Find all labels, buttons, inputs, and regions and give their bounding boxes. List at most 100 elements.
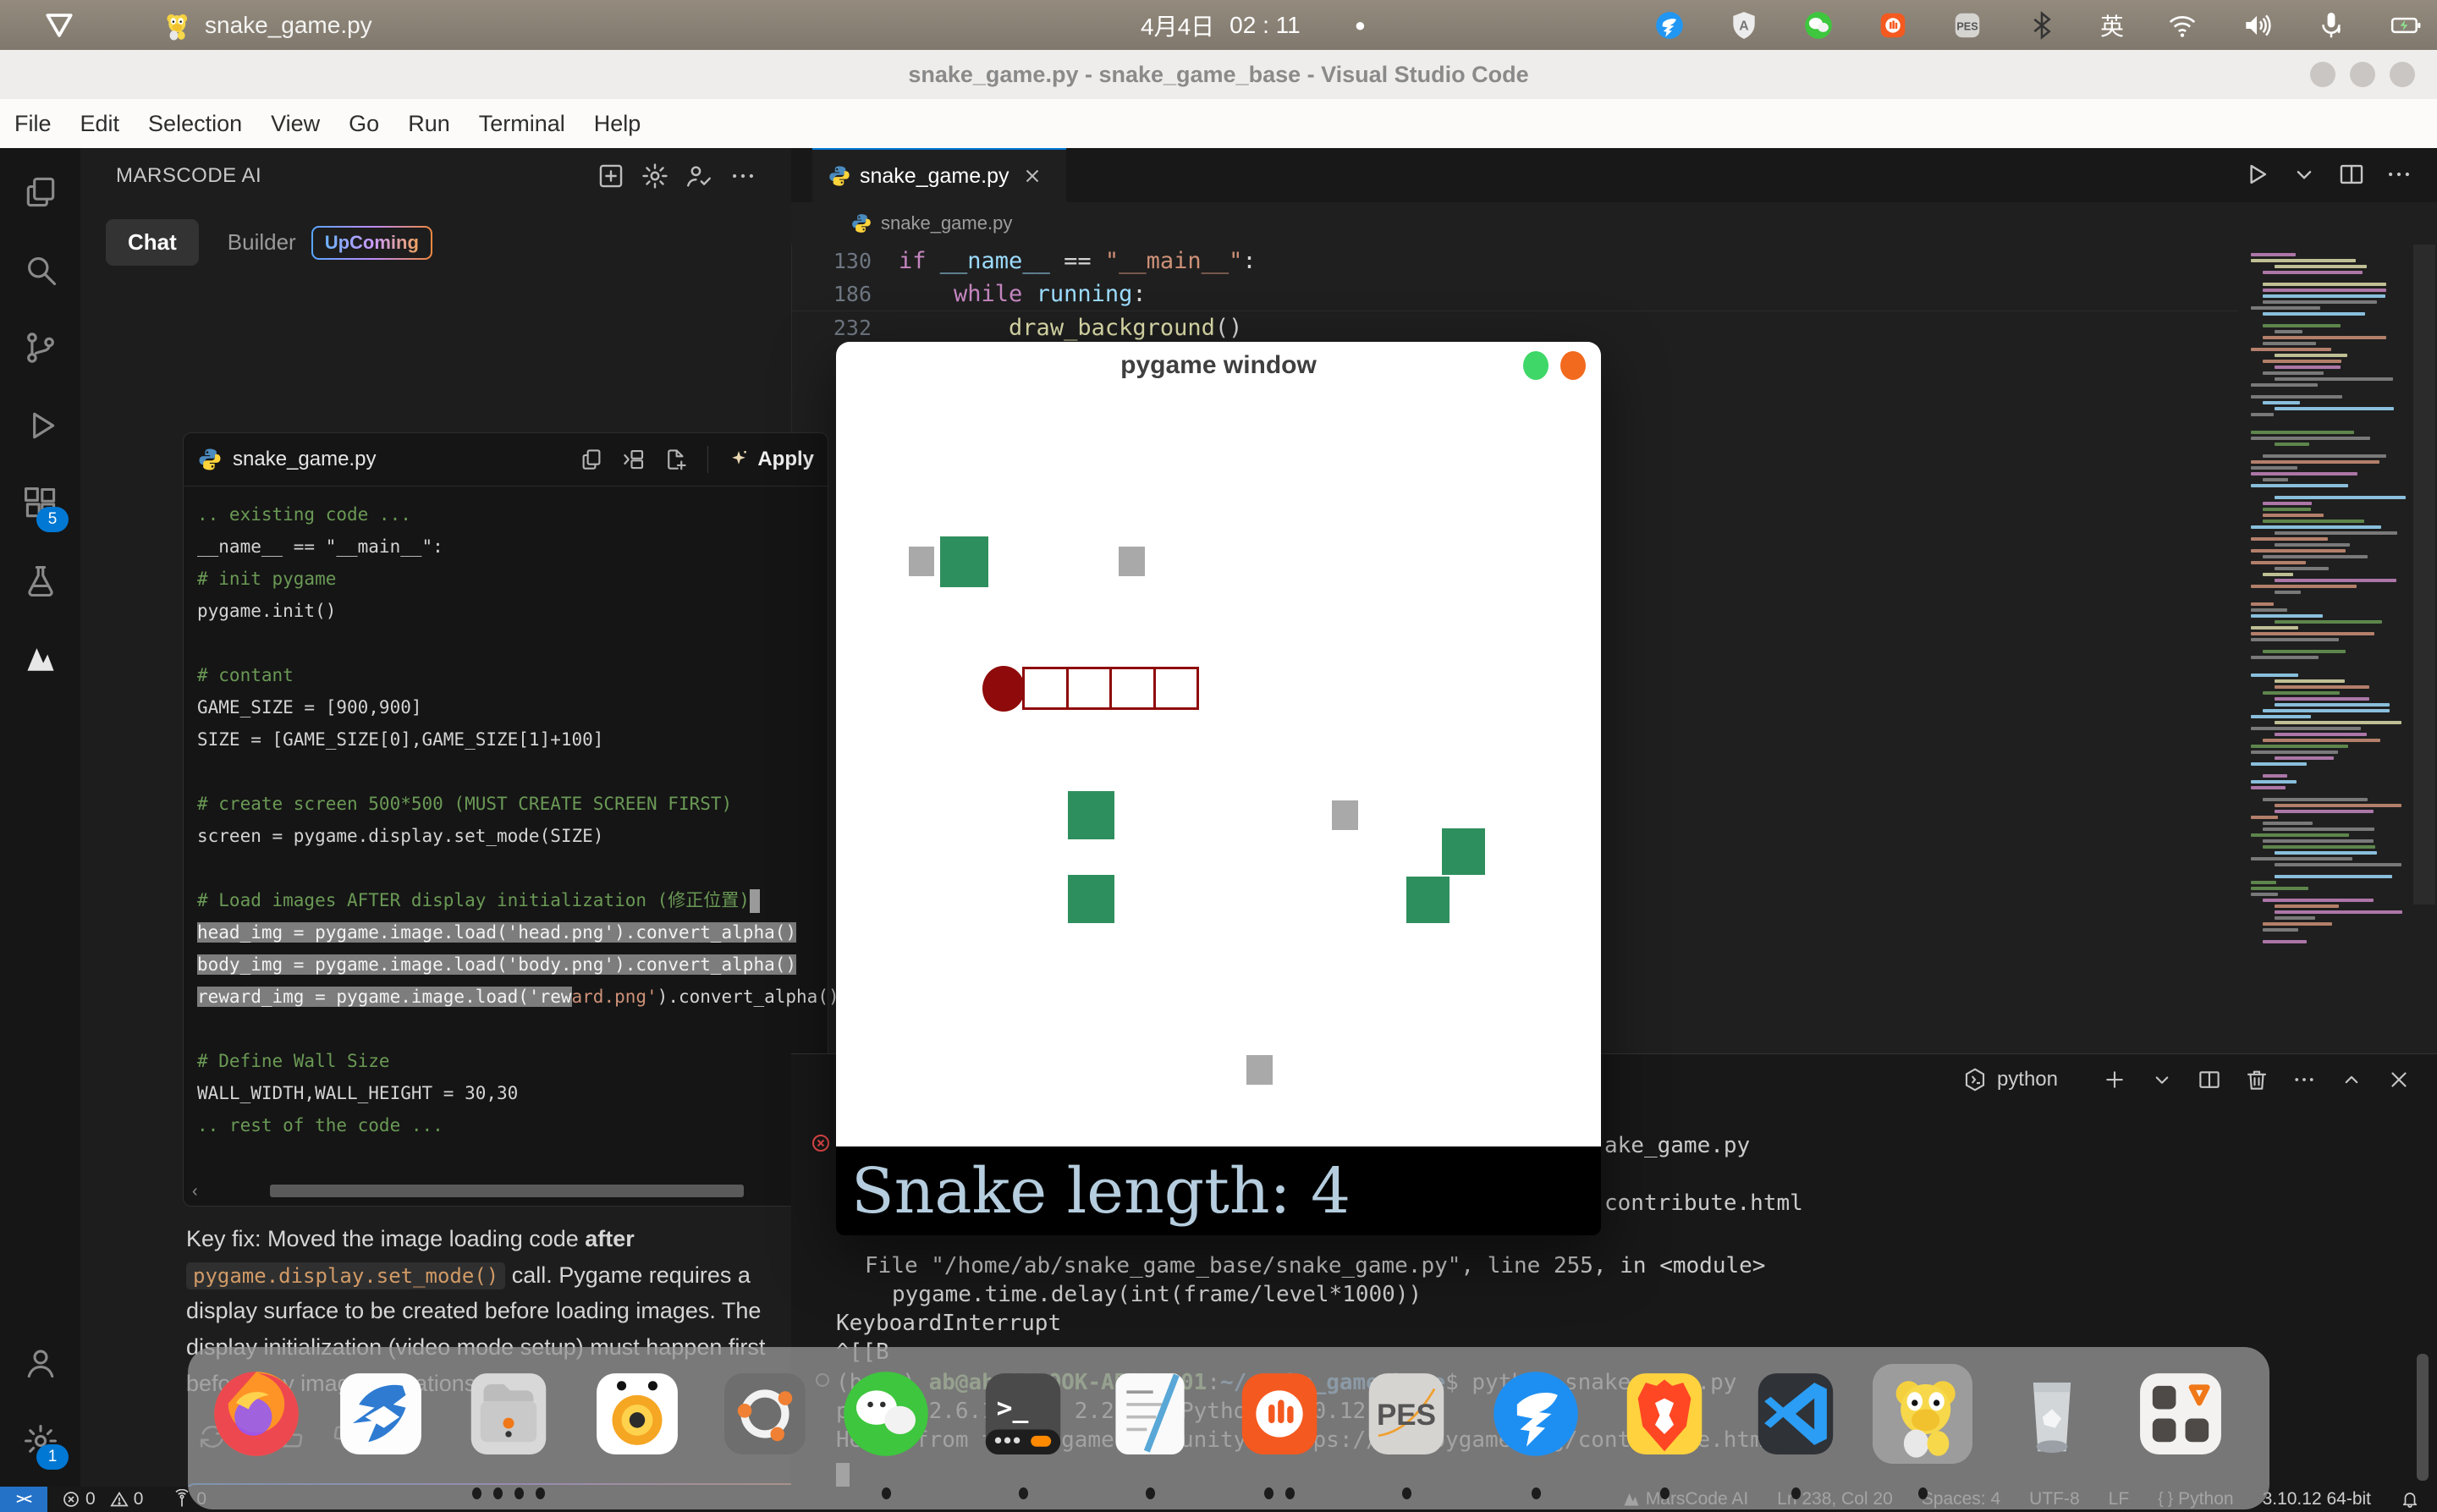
minimap-line (2251, 549, 2346, 553)
dock-rhythmbox-icon[interactable] (587, 1364, 687, 1464)
minimap-line (2275, 721, 2401, 724)
chevron-down-icon[interactable] (2290, 160, 2319, 189)
ellipsis-icon[interactable] (729, 162, 757, 190)
problems-warnings[interactable]: 0 (109, 1489, 144, 1509)
minimap-line (2263, 798, 2368, 801)
tray-security-icon[interactable]: A (1728, 9, 1760, 41)
activity-settings[interactable]: 1 (0, 1402, 80, 1480)
terminal-chevron-up-icon[interactable] (2339, 1067, 2364, 1092)
activity-test[interactable] (0, 542, 80, 620)
close-tab-icon[interactable] (1021, 165, 1043, 187)
menu-terminal[interactable]: Terminal (465, 99, 580, 148)
insert-icon[interactable] (621, 447, 646, 472)
dock-text-editor-icon[interactable] (1100, 1364, 1200, 1464)
editor-line[interactable]: 130if __name__ == "__main__": (791, 245, 2238, 278)
menu-run[interactable]: Run (393, 99, 465, 148)
editor-code[interactable]: 130if __name__ == "__main__":186 while r… (791, 245, 2238, 344)
pygame-close-button[interactable] (1560, 351, 1586, 380)
maximize-button[interactable] (2350, 62, 2375, 87)
pygame-title-bar[interactable]: pygame window (836, 342, 1601, 389)
terminal-chevron-down-icon[interactable] (2149, 1067, 2175, 1092)
activity-account[interactable] (0, 1324, 80, 1402)
dock-pes-icon[interactable]: PES (1356, 1364, 1456, 1464)
dock-koala-icon[interactable] (1873, 1364, 1972, 1464)
editor-scrollbar[interactable] (2413, 245, 2435, 904)
tray-volume-icon[interactable] (2241, 9, 2273, 41)
tray-mic-icon[interactable] (2315, 9, 2347, 41)
pygame-window[interactable]: pygame window Snake length: 4 (836, 342, 1601, 1235)
menu-help[interactable]: Help (580, 99, 656, 148)
distro-logo-icon[interactable] (41, 7, 78, 44)
copy-icon[interactable] (579, 447, 604, 472)
clock[interactable]: 4月4日 02 : 11 ● (1141, 0, 1366, 50)
menu-edit[interactable]: Edit (66, 99, 135, 148)
dock-wechat-icon[interactable] (836, 1364, 936, 1464)
tray-bluetooth-icon[interactable] (2026, 9, 2058, 41)
problems-errors[interactable]: 0 (61, 1489, 96, 1509)
minimize-button[interactable] (2310, 62, 2335, 87)
dock-thunderbird-icon[interactable] (331, 1364, 431, 1464)
tab-chat[interactable]: Chat (106, 219, 199, 266)
apply-button[interactable]: Apply (727, 448, 814, 471)
gear-icon[interactable] (641, 162, 669, 190)
tray-motrix-icon[interactable] (1877, 9, 1909, 41)
activity-run-debug[interactable] (0, 387, 80, 465)
dock-ubuntu-software-icon[interactable] (715, 1364, 815, 1464)
command-error-icon (811, 1133, 831, 1153)
close-button[interactable] (2390, 62, 2415, 87)
activity-search[interactable] (0, 231, 80, 309)
activity-marscode[interactable] (0, 620, 80, 698)
pygame-minimize-button[interactable] (1523, 351, 1549, 380)
food-block (1406, 877, 1450, 923)
status-3-10-12-64-bit[interactable]: 3.10.12 64-bit (2263, 1489, 2371, 1509)
terminal-tab-python[interactable]: python (1997, 1068, 2058, 1091)
vscode-title-bar[interactable]: snake_game.py - snake_game_base - Visual… (0, 50, 2437, 100)
activity-explorer[interactable] (0, 153, 80, 231)
dock-motrix-icon[interactable] (1230, 1364, 1329, 1464)
minimap-line (2263, 940, 2307, 943)
ellipsis-icon[interactable] (2385, 160, 2413, 189)
status-bell[interactable] (2400, 1489, 2420, 1509)
menu-file[interactable]: File (0, 99, 66, 148)
split-icon[interactable] (2337, 160, 2366, 189)
terminal-plus-icon[interactable] (2102, 1067, 2127, 1092)
tray-pes-icon[interactable]: PES (1951, 9, 1983, 41)
terminal-header: python (1961, 1066, 2412, 1093)
dock-dingtalk-icon[interactable] (1486, 1364, 1586, 1464)
editor-line[interactable]: 186 while running: (791, 278, 2238, 311)
terminal-close-icon[interactable] (2386, 1067, 2412, 1092)
dock-vscode-icon[interactable] (1746, 1364, 1846, 1464)
code-horizontal-scrollbar[interactable]: ‹ › (192, 1182, 819, 1201)
editor-line[interactable]: 232 draw_background() (791, 311, 2238, 344)
tray-wifi-icon[interactable] (2166, 9, 2198, 41)
dock-trash-icon[interactable] (2002, 1364, 2102, 1464)
remote-indicator[interactable]: >< (0, 1487, 47, 1512)
menu-go[interactable]: Go (334, 99, 393, 148)
terminal-split-icon[interactable] (2197, 1067, 2222, 1092)
terminal-scrollbar[interactable] (2417, 1354, 2429, 1481)
python-icon (828, 164, 851, 188)
tray-dingtalk-icon[interactable] (1653, 9, 1686, 41)
dock-firefox-icon[interactable] (206, 1364, 306, 1464)
minimap[interactable] (2251, 247, 2412, 962)
tray-wechat-icon[interactable] (1802, 9, 1835, 41)
menu-view[interactable]: View (256, 99, 334, 148)
menu-selection[interactable]: Selection (134, 99, 256, 148)
terminal-ellipsis-icon[interactable] (2291, 1067, 2317, 1092)
activity-source-control[interactable] (0, 309, 80, 387)
tray-lang-icon[interactable]: 英 (2100, 9, 2124, 41)
tab-builder[interactable]: Builder (221, 219, 303, 266)
dock-brave-icon[interactable] (1615, 1364, 1714, 1464)
breadcrumb[interactable]: snake_game.py (791, 202, 2437, 245)
file-add-icon[interactable] (663, 447, 689, 472)
agent-icon[interactable] (685, 162, 713, 190)
dock-launcher-icon[interactable] (2131, 1364, 2231, 1464)
dock-terminal-icon[interactable]: >_ (973, 1364, 1073, 1464)
activity-extensions[interactable]: 5 (0, 465, 80, 542)
tray-battery-icon[interactable] (2390, 9, 2422, 41)
terminal-trash-icon[interactable] (2244, 1067, 2269, 1092)
tab-snake-game[interactable]: snake_game.py (812, 148, 1066, 202)
dock-files-icon[interactable] (459, 1364, 558, 1464)
run-button-icon[interactable] (2242, 160, 2271, 189)
new-chat-icon[interactable] (597, 162, 625, 190)
